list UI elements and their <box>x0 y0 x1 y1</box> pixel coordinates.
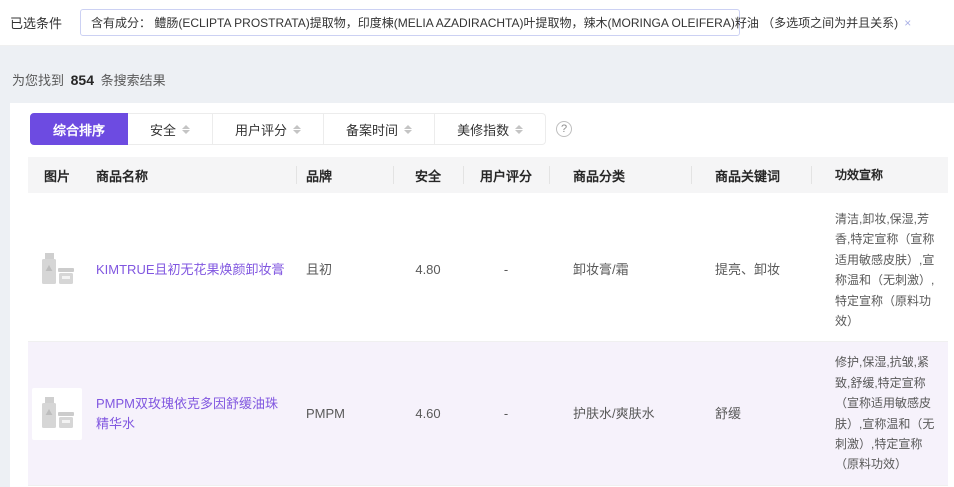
sort-tab-label: 安全 <box>150 120 176 139</box>
sort-tab-filing-date[interactable]: 备案时间 <box>324 113 435 145</box>
sort-tab-label: 美修指数 <box>457 120 509 139</box>
sort-button-group: 综合排序 安全 用户评分 备案时间 美修指数 <box>30 113 546 145</box>
sort-carets-icon <box>182 125 190 134</box>
product-image-placeholder <box>32 244 82 296</box>
column-header-user-rating: 用户评分 <box>463 166 549 185</box>
image-cell <box>28 388 86 440</box>
sort-carets-icon <box>293 125 301 134</box>
column-header-safety: 安全 <box>393 166 463 185</box>
column-header-category: 商品分类 <box>549 166 691 185</box>
result-prefix: 为您找到 <box>12 73 64 88</box>
safety-score-cell: 4.80 <box>393 260 463 280</box>
selected-filter-tag: 含有成分： 鳢肠(ECLIPTA PROSTRATA)提取物，印度楝(MELIA… <box>80 9 740 36</box>
safety-score-cell: 4.60 <box>393 404 463 424</box>
keywords-cell: 提亮、卸妆 <box>691 260 811 280</box>
image-cell <box>28 244 86 296</box>
table-row[interactable]: PMPM双玫瑰依克多因舒缓油珠精华水 PMPM 4.60 - 护肤水/爽肤水 舒… <box>28 342 948 485</box>
column-header-keywords: 商品关键词 <box>691 166 811 185</box>
user-rating-cell: - <box>463 404 549 424</box>
table-header: 图片 商品名称 品牌 安全 用户评分 商品分类 商品关键词 功效宣称 <box>28 157 948 193</box>
sort-tab-safety[interactable]: 安全 <box>128 113 213 145</box>
category-cell: 护肤水/爽肤水 <box>549 404 691 424</box>
category-cell: 卸妆膏/霜 <box>549 260 691 280</box>
result-summary: 为您找到 854 条搜索结果 <box>0 46 954 103</box>
product-name-link[interactable]: KIMTRUE且初无花果焕颜卸妆膏 <box>96 260 285 280</box>
tag-close-icon[interactable]: × <box>904 17 911 29</box>
column-header-brand: 品牌 <box>296 166 393 185</box>
sort-tab-meixiu-index[interactable]: 美修指数 <box>435 113 546 145</box>
sort-tab-label: 综合排序 <box>53 120 105 139</box>
user-rating-cell: - <box>463 260 549 280</box>
products-table: 图片 商品名称 品牌 安全 用户评分 商品分类 商品关键词 功效宣称 <box>28 157 948 487</box>
filter-tag-text: 含有成分： 鳢肠(ECLIPTA PROSTRATA)提取物，印度楝(MELIA… <box>91 14 898 31</box>
table-body: KIMTRUE且初无花果焕颜卸妆膏 且初 4.80 - 卸妆膏/霜 提亮、卸妆 … <box>28 199 948 487</box>
column-header-name: 商品名称 <box>86 166 296 185</box>
sort-tab-comprehensive[interactable]: 综合排序 <box>30 113 128 145</box>
result-count: 854 <box>68 72 97 88</box>
result-suffix: 条搜索结果 <box>101 73 166 88</box>
brand-cell: 且初 <box>296 260 393 280</box>
help-icon[interactable]: ? <box>556 121 572 137</box>
filter-label: 已选条件 <box>10 13 62 32</box>
cosmetics-placeholder-icon <box>39 395 75 433</box>
sort-tab-user-rating[interactable]: 用户评分 <box>213 113 324 145</box>
brand-cell: PMPM <box>296 404 393 424</box>
name-cell: KIMTRUE且初无花果焕颜卸妆膏 <box>86 260 296 280</box>
filter-bar: 已选条件 含有成分： 鳢肠(ECLIPTA PROSTRATA)提取物，印度楝(… <box>0 0 954 46</box>
keywords-cell: 舒缓 <box>691 404 811 424</box>
efficacy-cell: 清洁,卸妆,保湿,芳香,特定宣称（宣称适用敏感皮肤）,宣称温和（无刺激）,特定宣… <box>811 209 948 331</box>
column-header-image: 图片 <box>28 166 86 185</box>
sort-carets-icon <box>515 125 523 134</box>
results-card: 综合排序 安全 用户评分 备案时间 美修指数 <box>10 103 954 487</box>
efficacy-cell: 修护,保湿,抗皱,紧致,舒缓,特定宣称（宣称适用敏感皮肤）,宣称温和（无刺激）,… <box>811 352 948 474</box>
sort-bar: 综合排序 安全 用户评分 备案时间 美修指数 <box>28 113 948 157</box>
table-row[interactable]: KIMTRUE且初无花果焕颜卸妆膏 且初 4.80 - 卸妆膏/霜 提亮、卸妆 … <box>28 199 948 342</box>
product-image-placeholder <box>32 388 82 440</box>
cosmetics-placeholder-icon <box>39 251 75 289</box>
screen: 已选条件 含有成分： 鳢肠(ECLIPTA PROSTRATA)提取物，印度楝(… <box>0 0 954 487</box>
sort-carets-icon <box>404 125 412 134</box>
name-cell: PMPM双玫瑰依克多因舒缓油珠精华水 <box>86 394 296 433</box>
product-name-link[interactable]: PMPM双玫瑰依克多因舒缓油珠精华水 <box>96 394 286 433</box>
sort-tab-label: 用户评分 <box>235 120 287 139</box>
column-header-efficacy: 功效宣称 <box>811 165 948 185</box>
sort-tab-label: 备案时间 <box>346 120 398 139</box>
